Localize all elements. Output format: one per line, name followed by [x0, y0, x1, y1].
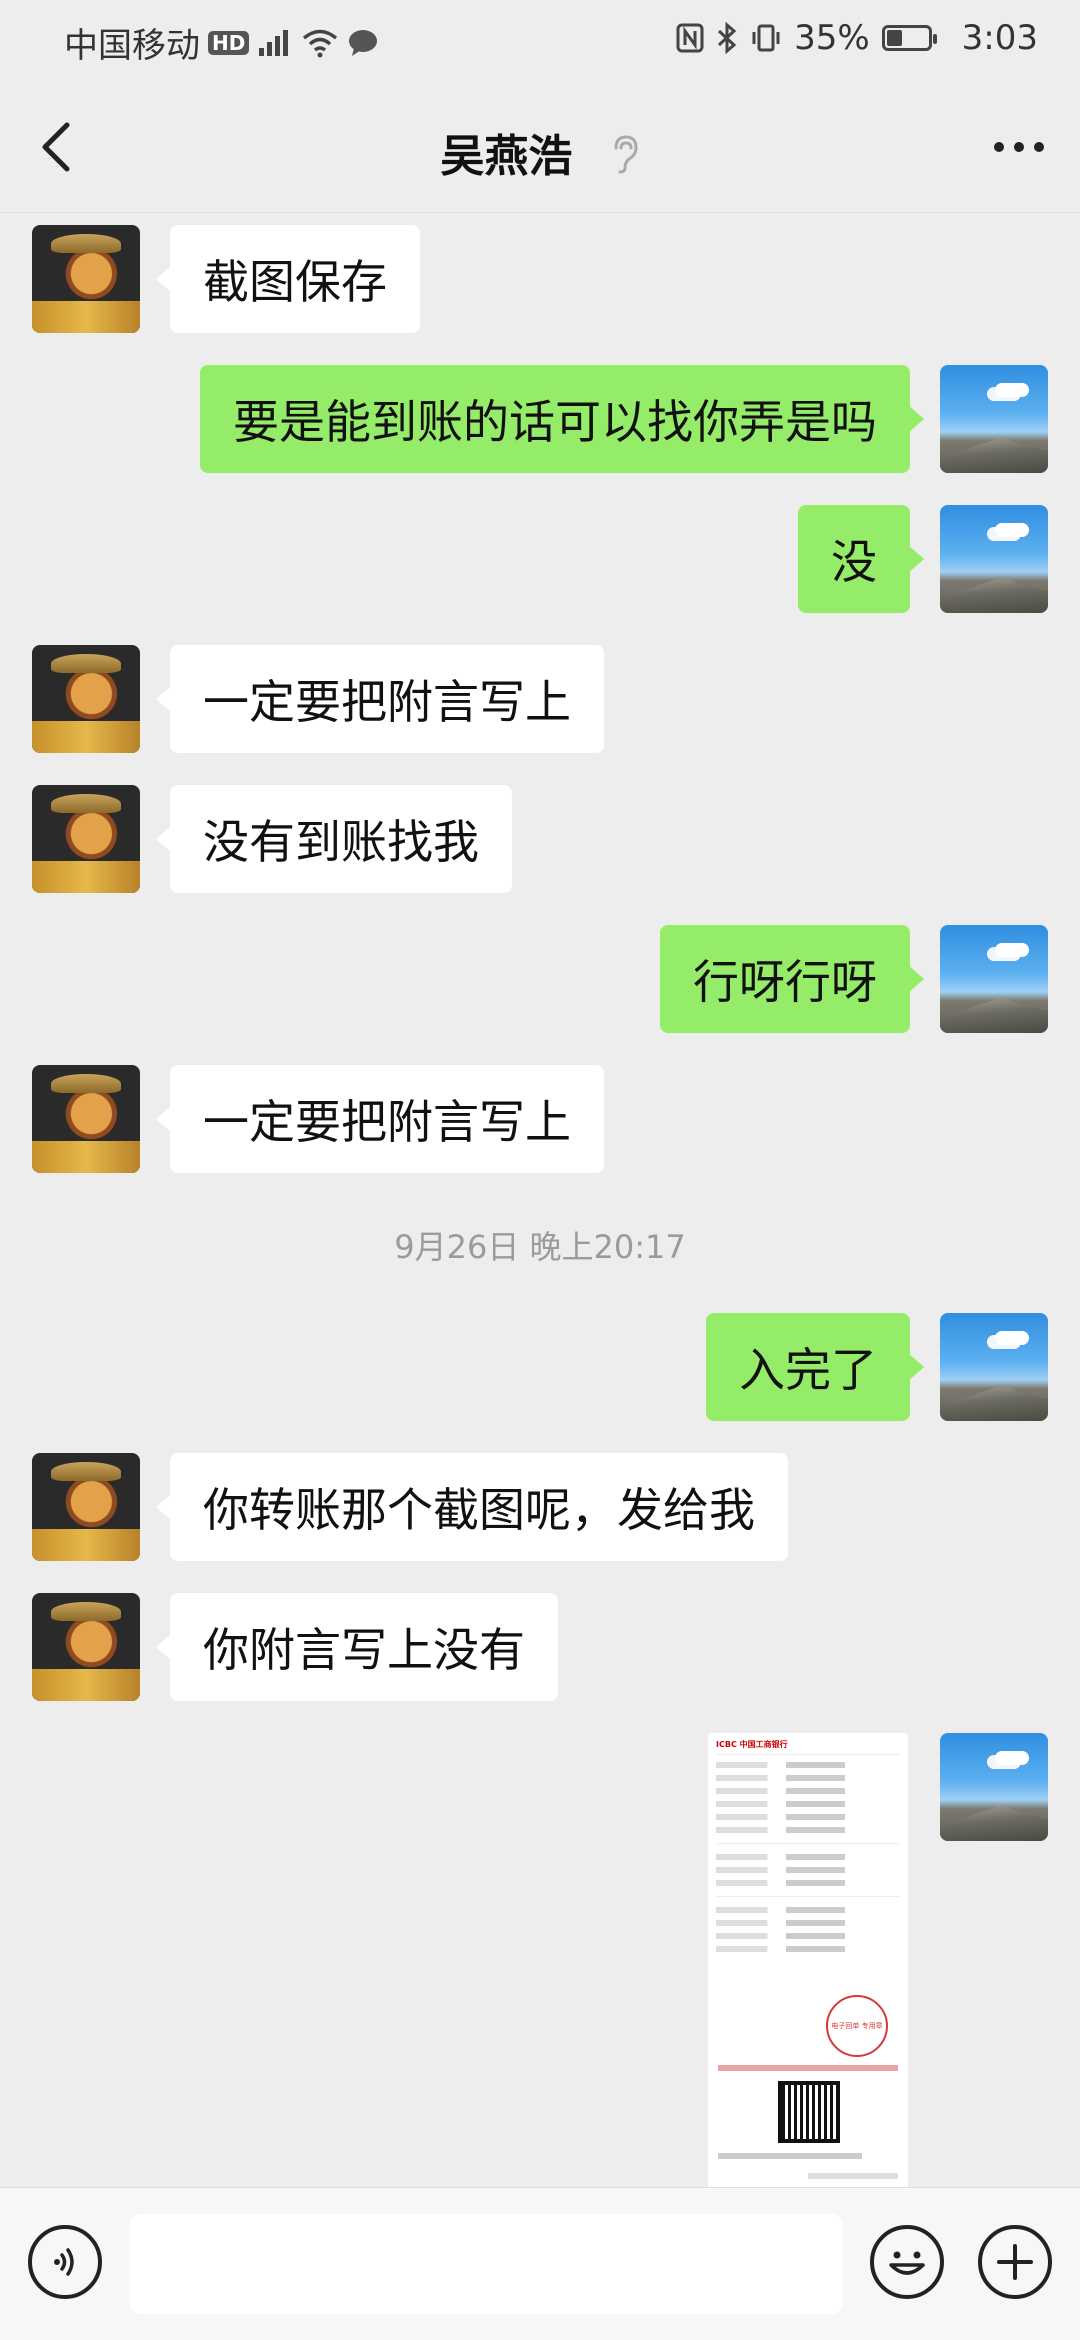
nfc-icon	[676, 23, 704, 53]
message-bubble-outgoing[interactable]: 入完了	[706, 1313, 924, 1421]
input-bar	[0, 2187, 1080, 2340]
more-actions-button[interactable]	[978, 2225, 1052, 2299]
user-avatar[interactable]	[940, 925, 1048, 1033]
user-avatar[interactable]	[940, 505, 1048, 613]
contact-avatar[interactable]	[32, 1593, 140, 1701]
status-bar: 中国移动 HD 35% 3:03	[0, 0, 1080, 82]
user-avatar[interactable]	[940, 1733, 1048, 1841]
voice-input-button[interactable]	[28, 2225, 102, 2299]
message-bubble-incoming[interactable]: 截图保存	[156, 225, 420, 333]
voice-icon	[54, 2248, 74, 2276]
more-options-button[interactable]	[984, 112, 1054, 182]
receipt-header: ICBC 中国工商银行	[716, 1739, 900, 1755]
message-input[interactable]	[130, 2214, 842, 2314]
contact-avatar[interactable]	[32, 1453, 140, 1561]
status-time: 3:03	[961, 18, 1038, 58]
chat-header: 吴燕浩	[0, 82, 1080, 213]
chat-screen: 中国移动 HD 35% 3:03 吴燕浩 截图保存 要是能到账的话可以找你弄是吗…	[0, 0, 1080, 2340]
chat-title[interactable]: 吴燕浩	[440, 131, 572, 182]
user-avatar[interactable]	[940, 1313, 1048, 1421]
chat-title-wrap: 吴燕浩	[0, 120, 1080, 185]
hd-badge: HD	[208, 30, 250, 55]
contact-avatar[interactable]	[32, 785, 140, 893]
receipt-bank-name: ICBC 中国工商银行	[716, 1740, 788, 1749]
contact-avatar[interactable]	[32, 1065, 140, 1173]
emoji-button[interactable]	[870, 2225, 944, 2299]
message-bubble-incoming[interactable]: 一定要把附言写上	[156, 645, 604, 753]
transfer-receipt-image[interactable]: ICBC 中国工商银行 电子回单 专用章	[708, 1733, 908, 2187]
contact-avatar[interactable]	[32, 645, 140, 753]
vibrate-icon	[750, 23, 782, 53]
plus-icon	[997, 2244, 1033, 2280]
qr-code-icon	[778, 2081, 840, 2143]
emoji-icon	[889, 2251, 925, 2275]
battery-percent: 35%	[794, 18, 870, 58]
message-bubble-incoming[interactable]: 你附言写上没有	[156, 1593, 558, 1701]
signal-icon	[257, 28, 293, 58]
message-bubble-outgoing[interactable]: 没	[798, 505, 924, 613]
battery-icon	[881, 25, 937, 51]
status-right: 35% 3:03	[676, 18, 1038, 58]
message-notification-icon	[347, 28, 379, 58]
message-bubble-outgoing[interactable]: 要是能到账的话可以找你弄是吗	[200, 365, 924, 473]
bluetooth-icon	[716, 22, 738, 54]
message-timestamp: 9月26日 晚上20:17	[394, 1228, 686, 1266]
earpiece-mode-icon	[610, 134, 640, 185]
message-bubble-incoming[interactable]: 一定要把附言写上	[156, 1065, 604, 1173]
contact-avatar[interactable]	[32, 225, 140, 333]
message-bubble-outgoing[interactable]: 行呀行呀	[660, 925, 924, 1033]
message-bubble-incoming[interactable]: 你转账那个截图呢，发给我	[156, 1453, 788, 1561]
message-bubble-incoming[interactable]: 没有到账找我	[156, 785, 512, 893]
wifi-icon	[301, 28, 339, 58]
status-left: 中国移动 HD	[64, 18, 379, 67]
message-list[interactable]: 截图保存 要是能到账的话可以找你弄是吗 没 一定要把附言写上 没有到账找我 行呀…	[0, 212, 1080, 2187]
carrier-name: 中国移动	[64, 26, 200, 66]
user-avatar[interactable]	[940, 365, 1048, 473]
receipt-stamp: 电子回单 专用章	[826, 1995, 888, 2057]
more-dots-icon	[994, 142, 1044, 152]
